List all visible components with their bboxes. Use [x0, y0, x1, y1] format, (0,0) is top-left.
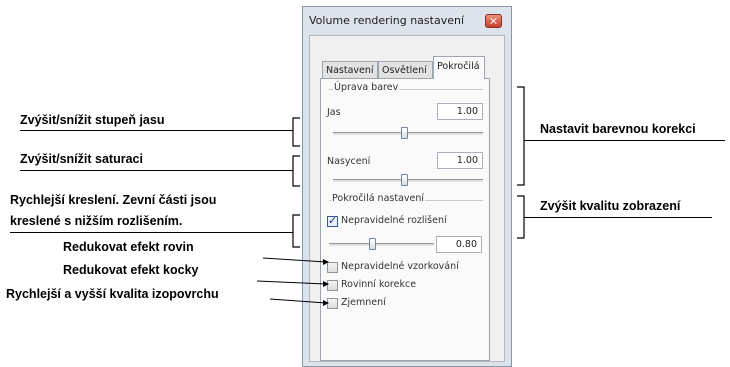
annotation-display-quality-line — [524, 217, 712, 218]
annotation-cube-effect: Redukovat efekt kocky — [63, 263, 199, 277]
annotation-fast-render-1: Rychlejší kreslení. Zevní části jsou — [10, 193, 217, 207]
annotation-brightness-line — [20, 130, 293, 131]
tab-pokrocila[interactable]: Pokročilá — [433, 56, 485, 79]
annotation-brightness: Zvýšit/snížit stupeň jasu — [20, 113, 165, 127]
annotation-color-correction-line — [524, 140, 725, 141]
annotation-saturation-line — [20, 170, 293, 171]
annotation-fast-render-2: kreslené s nižším rozlišením. — [10, 214, 183, 228]
annotation-saturation: Zvýšit/snížit saturaci — [20, 152, 143, 166]
annotation-fast-render-line — [10, 232, 293, 233]
annotation-color-correction: Nastavit barevnou korekci — [540, 122, 696, 136]
annotation-brackets — [256, 86, 525, 306]
annotation-plane-effect: Redukovat efekt rovin — [63, 240, 194, 254]
annotation-isosurface: Rychlejší a vyšší kvalita izopovrchu — [6, 287, 219, 301]
annotation-display-quality: Zvýšit kvalitu zobrazení — [540, 199, 681, 213]
